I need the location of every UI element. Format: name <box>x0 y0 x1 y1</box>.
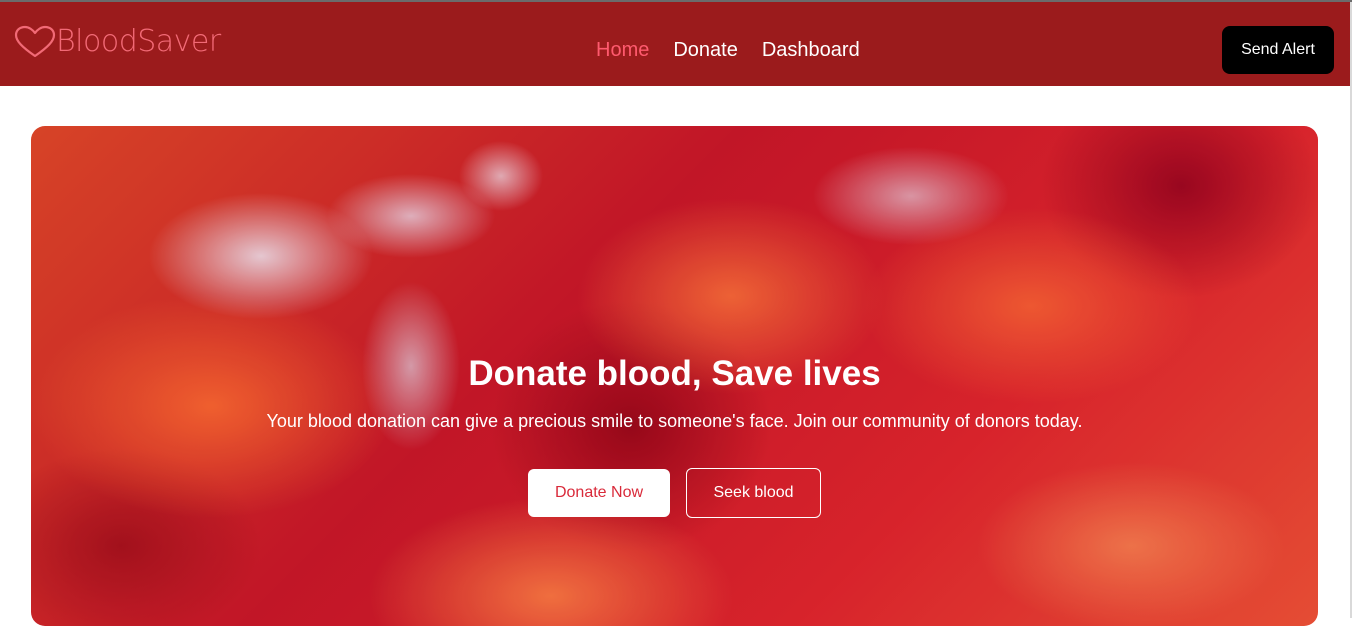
nav-home-link[interactable]: Home <box>596 38 649 62</box>
brand-logo-link[interactable]: BloodSaver <box>14 22 221 62</box>
hero-title: Donate blood, Save lives <box>468 354 881 393</box>
hero-banner: Donate blood, Save lives Your blood dona… <box>31 126 1318 626</box>
heart-outline-icon <box>14 25 56 58</box>
hero-subtitle: Your blood donation can give a precious … <box>266 411 1083 431</box>
donate-now-button[interactable]: Donate Now <box>528 469 670 517</box>
brand-name: BloodSaver <box>56 24 221 59</box>
nav-donate-link[interactable]: Donate <box>673 38 738 62</box>
navbar: BloodSaver Home Donate Dashboard Send Al… <box>0 2 1350 86</box>
nav-dashboard-link[interactable]: Dashboard <box>762 38 860 62</box>
seek-blood-button[interactable]: Seek blood <box>686 468 821 518</box>
send-alert-button[interactable]: Send Alert <box>1222 26 1334 74</box>
main-nav: Home Donate Dashboard <box>596 38 860 62</box>
